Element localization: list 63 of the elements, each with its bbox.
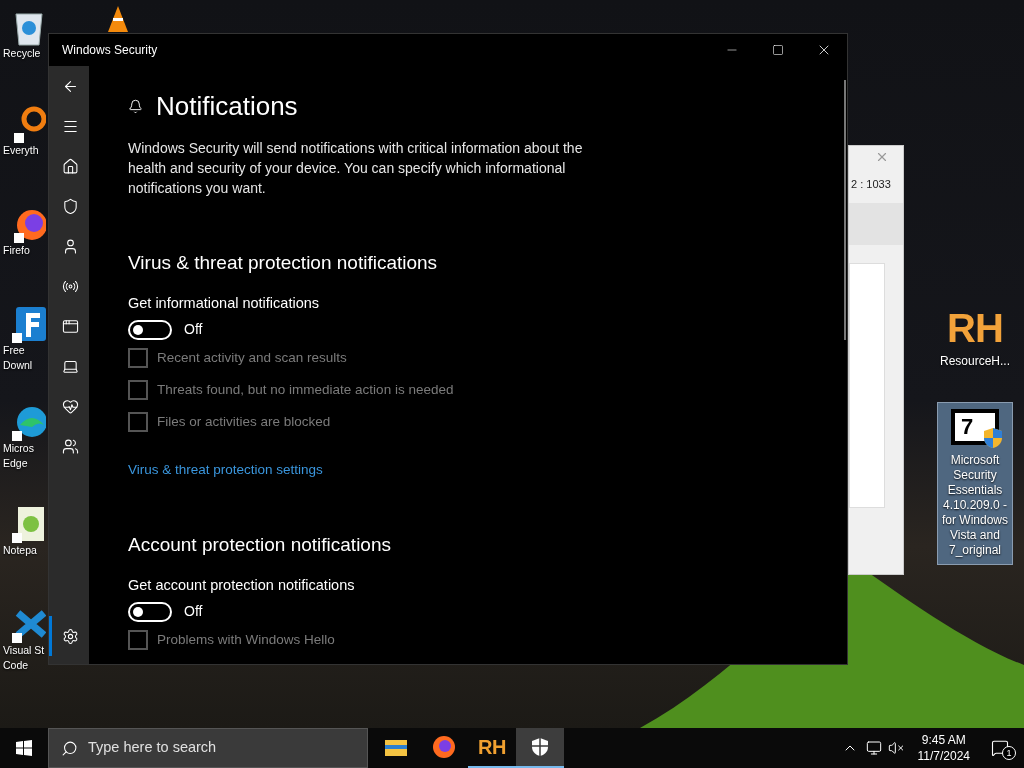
page-description: Windows Security will send notifications with critical information about the health and security of your device. You can specify which informational notifications you want. — [128, 139, 584, 198]
desktop-icon-label[interactable]: Firefo — [0, 243, 30, 258]
desktop-icon-label[interactable]: Downl — [0, 358, 33, 373]
person-icon — [62, 237, 79, 255]
desktop-icon[interactable]: RH ResourceH... — [937, 302, 1013, 372]
traffic-cone-icon — [106, 6, 130, 32]
taskbar-app-button[interactable] — [516, 728, 564, 768]
search-icon — [61, 739, 78, 757]
clock-button[interactable]: 9:45 AM 11/7/2024 — [911, 732, 976, 764]
checkbox-label: Threats found, but no immediate action is needed — [157, 380, 454, 399]
shield-icon — [62, 197, 79, 215]
toggle-label: Get account protection notifications — [128, 576, 356, 596]
download-app-icon — [12, 305, 46, 343]
desktop-icon-label[interactable]: Visual St — [0, 643, 45, 658]
shield-icon — [531, 737, 549, 757]
bell-icon — [128, 98, 143, 114]
settings-icon — [62, 627, 79, 645]
rh-logo: RH — [947, 305, 1003, 352]
folder-icon — [385, 738, 407, 756]
desktop-icon-label[interactable]: Everyth — [0, 143, 39, 158]
toggle-switch[interactable] — [128, 319, 172, 340]
checkbox-label: Recent activity and scan results — [157, 348, 347, 367]
toolbar-area — [849, 202, 903, 245]
status-text: 2 : 1033 — [850, 177, 892, 192]
toggle-label: Get informational notifications — [128, 294, 320, 313]
notepad-icon — [12, 505, 46, 543]
desktop-icon-label[interactable]: Edge — [0, 456, 28, 471]
desktop-icon-label[interactable]: Recycle — [0, 46, 41, 61]
page-title: Notifications — [156, 90, 298, 123]
windows-logo-icon — [16, 740, 32, 756]
settings-link[interactable]: Virus & threat protection settings — [128, 460, 323, 481]
maximize-icon — [772, 44, 784, 56]
search-input[interactable]: Type here to search — [88, 737, 338, 759]
home-icon — [62, 157, 79, 175]
window-icon — [62, 317, 79, 335]
desktop-icon-label: Microsoft Security Essentials 4.10.209.0 - for Windows Vista and 7_original — [941, 453, 1009, 558]
network-icon[interactable] — [865, 740, 882, 756]
toggle-state-label: Off — [184, 320, 203, 339]
search-bar[interactable]: Type here to search — [48, 728, 368, 768]
checkbox-label: Problems with Windows Hello — [157, 631, 335, 650]
toggle-state-label: Off — [184, 602, 203, 622]
heart-pulse-icon — [62, 397, 79, 415]
desktop-icon-label: ResourceH... — [940, 353, 1010, 370]
fox-globe-icon — [432, 735, 456, 759]
notification-count-badge: 1 — [1002, 746, 1016, 760]
window-title: Windows Security — [61, 42, 159, 59]
desktop-icon[interactable]: 7 Microsoft Security Essentials 4.10.209.0 - for Windows Vista and 7_original — [937, 402, 1013, 565]
desktop-icon-label[interactable]: Code — [0, 658, 29, 673]
desktop-icon-label[interactable]: Notepa — [0, 543, 37, 558]
action-center-icon[interactable] — [991, 739, 1009, 757]
close-icon — [875, 150, 889, 164]
installer-logo: 7 — [961, 415, 974, 439]
people-icon — [62, 437, 79, 455]
magnifier-icon — [12, 105, 46, 143]
muted-speaker-icon[interactable] — [887, 740, 904, 756]
toggle-switch[interactable] — [128, 601, 172, 622]
section-heading: Account protection notifications — [128, 533, 392, 558]
section-heading: Virus & threat protection notifications — [128, 251, 439, 275]
desktop-icon-label[interactable]: Micros — [0, 441, 34, 456]
desktop-icon-label[interactable]: Free — [0, 343, 25, 358]
uac-shield-icon — [983, 427, 1003, 449]
checkbox-label: Files or activities are blocked — [157, 412, 331, 431]
rh-logo: RH — [478, 735, 506, 760]
